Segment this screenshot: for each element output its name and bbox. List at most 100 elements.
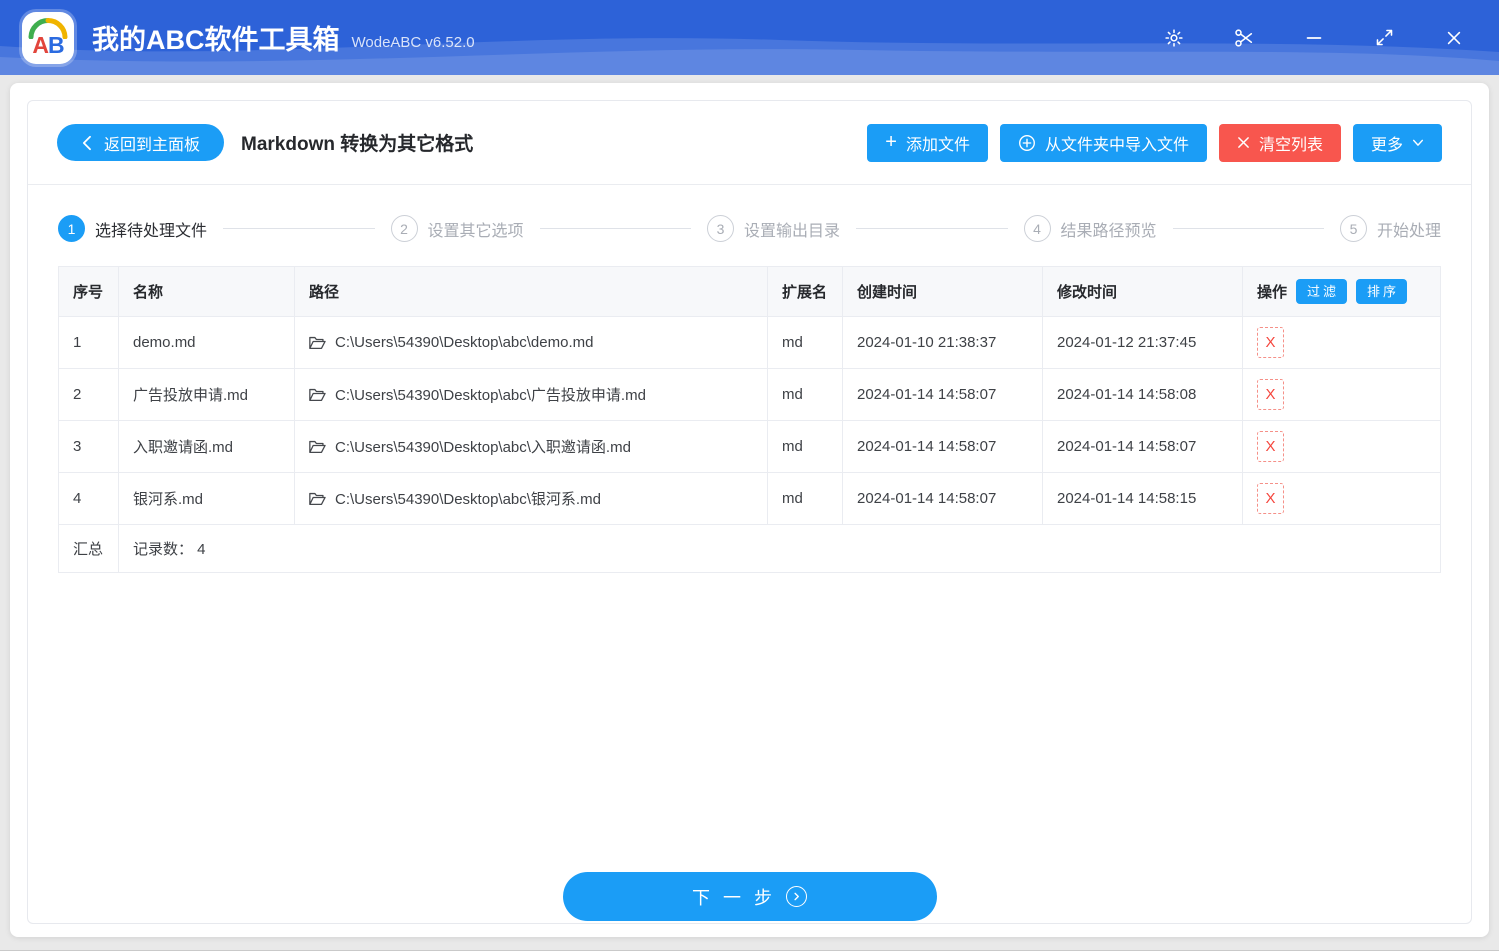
folder-icon (309, 440, 326, 454)
folder-icon (309, 388, 326, 402)
app-window: { "colors": { "titlebar_blue": "#2d62d8"… (0, 0, 1499, 951)
col-header-created: 创建时间 (842, 266, 1043, 317)
folder-icon (309, 492, 326, 506)
cell-path: C:\Users\54390\Desktop\abc\demo.md (294, 316, 768, 369)
delete-row-button[interactable]: X (1257, 379, 1284, 410)
cell-created: 2024-01-10 21:38:37 (842, 316, 1043, 369)
back-button-label: 返回到主面板 (104, 136, 201, 154)
table-row: 3 入职邀请函.md C:\Users\54390\Desktop\abc\入职… (58, 420, 1441, 473)
snip-button[interactable] (1209, 10, 1279, 66)
step-select-files: 1 选择待处理文件 (58, 215, 207, 242)
cell-ext: md (767, 368, 843, 421)
path-text: C:\Users\54390\Desktop\abc\demo.md (335, 334, 594, 351)
circle-arrow-right-icon (786, 886, 807, 907)
cell-ext: md (767, 420, 843, 473)
cell-name: 银河系.md (118, 472, 295, 525)
cell-modified: 2024-01-12 21:37:45 (1042, 316, 1243, 369)
step-connector (223, 228, 375, 229)
clear-list-button[interactable]: 清空列表 (1218, 123, 1341, 162)
path-text: C:\Users\54390\Desktop\abc\广告投放申请.md (335, 387, 646, 404)
app-logo: AB (22, 11, 74, 64)
folder-icon (309, 336, 326, 350)
cell-name: 入职邀请函.md (118, 420, 295, 473)
table-row: 4 银河系.md C:\Users\54390\Desktop\abc\银河系.… (58, 472, 1441, 525)
step-5-circle: 5 (1340, 215, 1367, 242)
cell-index: 1 (58, 316, 119, 369)
close-button[interactable] (1419, 10, 1489, 66)
delete-row-button[interactable]: X (1257, 431, 1284, 462)
cell-name: 广告投放申请.md (118, 368, 295, 421)
chevron-left-icon (81, 135, 92, 151)
step-1-label: 选择待处理文件 (95, 222, 208, 240)
cell-path: C:\Users\54390\Desktop\abc\银河系.md (294, 472, 768, 525)
cell-path: C:\Users\54390\Desktop\abc\广告投放申请.md (294, 368, 768, 421)
cell-index: 4 (58, 472, 119, 525)
scissors-icon (1233, 27, 1255, 49)
cell-action: X (1242, 472, 1441, 525)
path-text: C:\Users\54390\Desktop\abc\入职邀请函.md (335, 439, 631, 456)
sort-button[interactable]: 排序 (1356, 279, 1408, 304)
cell-modified: 2024-01-14 14:58:08 (1042, 368, 1243, 421)
next-step-label: 下 一 步 (691, 887, 776, 908)
step-connector (856, 228, 1008, 229)
step-3-circle: 3 (707, 215, 734, 242)
step-5-label: 开始处理 (1377, 222, 1442, 240)
cell-path: C:\Users\54390\Desktop\abc\入职邀请函.md (294, 420, 768, 473)
step-1-circle: 1 (58, 215, 85, 242)
titlebar: AB 我的ABC软件工具箱 WodeABC v6.52.0 (0, 0, 1499, 75)
step-start-processing: 5 开始处理 (1340, 215, 1441, 242)
app-version: WodeABC v6.52.0 (351, 34, 475, 51)
window-controls (1139, 10, 1489, 66)
circle-plus-icon (1018, 134, 1036, 152)
app-title: 我的ABC软件工具箱 (92, 25, 340, 55)
cell-index: 3 (58, 420, 119, 473)
content-card: 返回到主面板 Markdown 转换为其它格式 + 添加文件 从文件夹中导入文件 (27, 100, 1472, 924)
import-from-folder-button[interactable]: 从文件夹中导入文件 (999, 123, 1207, 162)
cell-ext: md (767, 316, 843, 369)
more-button[interactable]: 更多 (1352, 123, 1442, 162)
maximize-icon (1374, 27, 1395, 48)
table-header-row: 序号 名称 路径 扩展名 创建时间 修改时间 操作 过滤 排序 (58, 266, 1441, 317)
step-4-label: 结果路径预览 (1060, 222, 1157, 240)
step-connector (539, 228, 691, 229)
filter-button[interactable]: 过滤 (1296, 279, 1348, 304)
header-actions: + 添加文件 从文件夹中导入文件 清空列表 更多 (867, 123, 1442, 162)
cell-modified: 2024-01-14 14:58:15 (1042, 472, 1243, 525)
cell-name: demo.md (118, 316, 295, 369)
cell-created: 2024-01-14 14:58:07 (842, 368, 1043, 421)
table-row: 2 广告投放申请.md C:\Users\54390\Desktop\abc\广… (58, 368, 1441, 421)
minimize-icon (1303, 27, 1325, 49)
add-files-button[interactable]: + 添加文件 (867, 123, 988, 162)
col-header-ext: 扩展名 (767, 266, 843, 317)
clear-x-icon (1237, 136, 1250, 149)
delete-row-button[interactable]: X (1257, 483, 1284, 514)
close-icon (1444, 28, 1464, 48)
gear-icon (1163, 27, 1185, 49)
step-other-options: 2 设置其它选项 (390, 215, 524, 242)
more-label: 更多 (1370, 136, 1403, 154)
page-title: Markdown 转换为其它格式 (241, 134, 474, 155)
cell-index: 2 (58, 368, 119, 421)
summary-label: 汇总 (58, 524, 119, 573)
col-header-name: 名称 (118, 266, 295, 317)
cell-action: X (1242, 368, 1441, 421)
delete-row-button[interactable]: X (1257, 327, 1284, 358)
clear-list-label: 清空列表 (1258, 136, 1323, 154)
step-4-circle: 4 (1023, 215, 1051, 242)
plus-icon: + (885, 130, 897, 153)
maximize-button[interactable] (1349, 10, 1419, 66)
back-to-dashboard-button[interactable]: 返回到主面板 (57, 124, 225, 161)
settings-button[interactable] (1139, 10, 1209, 66)
cell-modified: 2024-01-14 14:58:07 (1042, 420, 1243, 473)
step-output-dir: 3 设置输出目录 (707, 215, 840, 242)
cell-action: X (1242, 420, 1441, 473)
table-summary-row: 汇总 记录数： 4 (58, 524, 1441, 573)
next-step-button[interactable]: 下 一 步 (562, 872, 937, 921)
cell-created: 2024-01-14 14:58:07 (842, 420, 1043, 473)
import-from-folder-label: 从文件夹中导入文件 (1044, 136, 1189, 154)
step-wizard: 1 选择待处理文件 2 设置其它选项 3 设置输出目录 4 结果路径预览 5 开… (28, 185, 1471, 246)
summary-record-count: 记录数： 4 (118, 524, 1441, 573)
main-panel: 返回到主面板 Markdown 转换为其它格式 + 添加文件 从文件夹中导入文件 (10, 83, 1489, 937)
path-text: C:\Users\54390\Desktop\abc\银河系.md (335, 491, 601, 508)
minimize-button[interactable] (1279, 10, 1349, 66)
